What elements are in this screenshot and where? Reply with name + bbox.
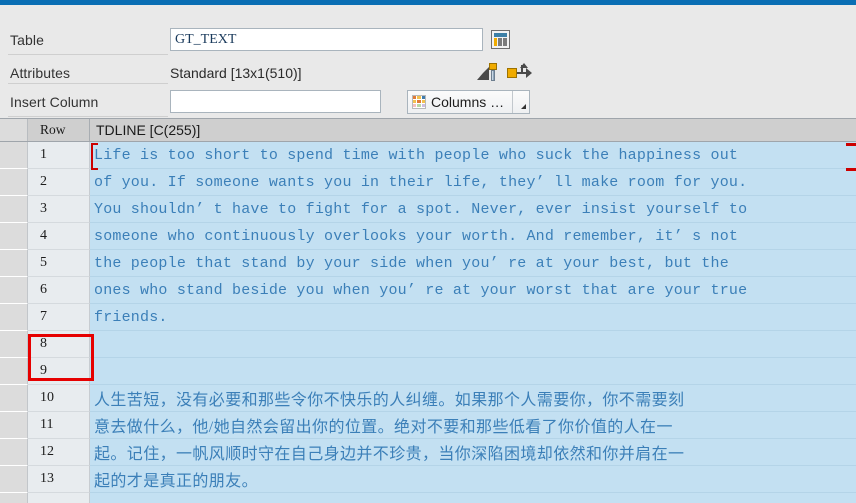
columns-dropdown-arrow-icon[interactable]	[512, 90, 529, 113]
row-text-cell[interactable]: You shouldn’ t have to fight for a spot.…	[90, 196, 856, 223]
table-name-row: Table	[0, 25, 856, 54]
row-text-cell[interactable]	[90, 358, 856, 385]
row-gutter-cell[interactable]	[0, 223, 28, 250]
insert-column-input[interactable]	[170, 90, 381, 113]
grid-header-row: Row TDLINE [C(255)]	[0, 118, 856, 142]
columns-button[interactable]: Columns …	[407, 89, 531, 114]
table-row[interactable]: 5 the people that stand by your side when…	[0, 250, 856, 277]
table-display-button[interactable]	[483, 30, 510, 49]
table-row[interactable]: 7 friends.	[0, 304, 856, 331]
row-number-cell[interactable]: 1	[28, 142, 90, 169]
row-text-cell[interactable]: 起。记住，一帆风顺时守在自己身边并不珍贵，当你深陷困境却依然和你并肩在一	[90, 439, 856, 466]
row-gutter-cell[interactable]	[0, 196, 28, 223]
row-text-cell[interactable]	[90, 331, 856, 358]
row-number-cell[interactable]: 13	[28, 466, 90, 493]
table-row[interactable]: 3 You shouldn’ t have to fight for a spot…	[0, 196, 856, 223]
row-text-cell[interactable]: someone who continuously overlooks your …	[90, 223, 856, 250]
table-row[interactable]: 8	[0, 331, 856, 358]
table-properties-form: Table Attributes Standard [13x1(510)]	[0, 5, 856, 118]
columns-button-label: Columns …	[431, 93, 505, 110]
selection-edge-marker-top	[846, 143, 856, 146]
row-number-cell[interactable]: 2	[28, 169, 90, 196]
table-viewer-window: Table Attributes Standard [13x1(510)]	[0, 0, 856, 503]
table-row[interactable]: 6 ones who stand beside you when you’ re …	[0, 277, 856, 304]
row-number-cell[interactable]: 10	[28, 385, 90, 412]
table-row[interactable]: 2 of you. If someone wants you in their l…	[0, 169, 856, 196]
row-gutter-cell[interactable]	[0, 169, 28, 196]
row-gutter-cell[interactable]	[0, 358, 28, 385]
table-row[interactable]	[0, 493, 856, 503]
form-divider-3	[8, 116, 168, 117]
attributes-value: Standard [13x1(510)]	[170, 64, 302, 81]
form-divider-1	[8, 54, 168, 55]
row-gutter-cell[interactable]	[0, 277, 28, 304]
row-text-cell[interactable]: friends.	[90, 304, 856, 331]
row-gutter-cell[interactable]	[0, 466, 28, 493]
selection-edge-marker-bottom	[846, 168, 856, 171]
row-text-cell[interactable]: 起的才是真正的朋友。	[90, 466, 856, 493]
row-text-cell[interactable]: ones who stand beside you when you’ re a…	[90, 277, 856, 304]
row-number-cell[interactable]	[28, 493, 90, 503]
row-gutter-cell[interactable]	[0, 385, 28, 412]
table-row[interactable]: 12 起。记住，一帆风顺时守在自己身边并不珍贵，当你深陷困境却依然和你并肩在一	[0, 439, 856, 466]
row-number-cell[interactable]: 11	[28, 412, 90, 439]
row-gutter-cell[interactable]	[0, 304, 28, 331]
row-gutter-cell[interactable]	[0, 331, 28, 358]
insert-column-row: Insert Column Columns …	[0, 87, 856, 116]
expand-transfer-icon	[507, 63, 532, 82]
column-header-row[interactable]: Row	[28, 119, 90, 141]
table-row[interactable]: 10 人生苦短，没有必要和那些令你不快乐的人纠缠。如果那个人需要你，你不需要刻	[0, 385, 856, 412]
table-row[interactable]: 9	[0, 358, 856, 385]
colored-grid-icon	[412, 94, 426, 109]
table-row[interactable]: 4 someone who continuously overlooks your…	[0, 223, 856, 250]
row-text-cell[interactable]	[90, 493, 856, 503]
table-grid-icon	[491, 30, 510, 49]
row-text-cell[interactable]: 人生苦短，没有必要和那些令你不快乐的人纠缠。如果那个人需要你，你不需要刻	[90, 385, 856, 412]
row-number-cell[interactable]: 8	[28, 331, 90, 358]
row-text-cell[interactable]: of you. If someone wants you in their li…	[90, 169, 856, 196]
row-text-cell[interactable]: Life is too short to spend time with peo…	[90, 142, 856, 169]
row-number-cell[interactable]: 7	[28, 304, 90, 331]
table-label: Table	[10, 31, 44, 48]
row-gutter-cell[interactable]	[0, 412, 28, 439]
row-gutter-cell[interactable]	[0, 439, 28, 466]
table-row[interactable]: 13 起的才是真正的朋友。	[0, 466, 856, 493]
attributes-row: Attributes Standard [13x1(510)]	[0, 58, 856, 87]
row-gutter-cell[interactable]	[0, 493, 28, 503]
row-number-cell[interactable]: 12	[28, 439, 90, 466]
table-row[interactable]: 1 Life is too short to spend time with pe…	[0, 142, 856, 169]
row-text-cell[interactable]: 意去做什么，他/她自然会留出你的位置。绝对不要和那些低看了你价值的人在一	[90, 412, 856, 439]
insert-column-label: Insert Column	[10, 93, 99, 110]
table-row[interactable]: 11 意去做什么，他/她自然会留出你的位置。绝对不要和那些低看了你价值的人在一	[0, 412, 856, 439]
row-text-cell[interactable]: the people that stand by your side when …	[90, 250, 856, 277]
row-gutter-cell[interactable]	[0, 142, 28, 169]
row-number-cell[interactable]: 5	[28, 250, 90, 277]
column-header-tdline[interactable]: TDLINE [C(255)]	[90, 119, 856, 141]
row-gutter-cell[interactable]	[0, 250, 28, 277]
table-name-input[interactable]	[170, 28, 483, 51]
data-grid[interactable]: Row TDLINE [C(255)] 1 Life is too short t…	[0, 118, 856, 503]
expand-transfer-button[interactable]	[507, 63, 532, 82]
row-number-cell[interactable]: 6	[28, 277, 90, 304]
grid-body: 1 Life is too short to spend time with pe…	[0, 142, 856, 503]
row-number-cell[interactable]: 3	[28, 196, 90, 223]
row-number-cell[interactable]: 4	[28, 223, 90, 250]
key-filter-icon	[477, 63, 499, 82]
attributes-label: Attributes	[10, 64, 71, 81]
grid-corner-cell[interactable]	[0, 119, 28, 141]
key-filter-button[interactable]	[477, 63, 499, 82]
row-number-cell[interactable]: 9	[28, 358, 90, 385]
